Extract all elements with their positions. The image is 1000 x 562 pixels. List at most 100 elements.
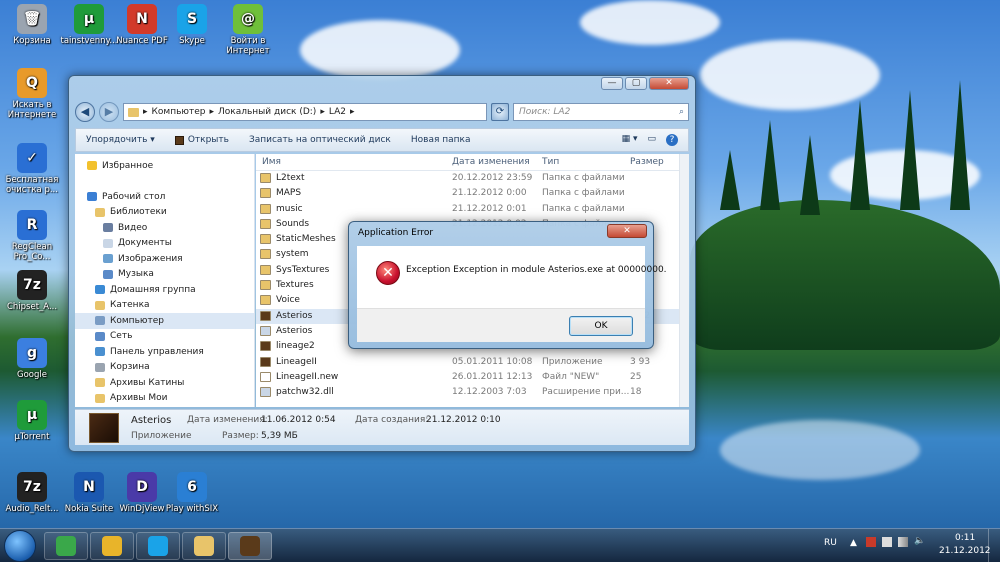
sidebar-item[interactable]: Изображения bbox=[75, 251, 254, 267]
sidebar-item[interactable]: Компьютер bbox=[75, 313, 254, 329]
desktop-icon-label: Войти в Интернет bbox=[226, 36, 270, 56]
file-row[interactable]: MAPS 21.12.2012 0:00 Папка с файлами bbox=[256, 186, 689, 201]
refresh-button[interactable]: ⟳ bbox=[491, 103, 509, 121]
taskbar-button[interactable] bbox=[182, 532, 226, 560]
address-segment-computer[interactable]: Компьютер bbox=[152, 107, 206, 117]
desktop-icon-label: Skype bbox=[179, 36, 205, 46]
sidebar-item[interactable]: Архивы Катины bbox=[75, 375, 254, 391]
sidebar-item-label: Домашняя группа bbox=[110, 284, 196, 295]
sidebar-item[interactable]: Домашняя группа bbox=[75, 282, 254, 298]
ok-button[interactable]: OK bbox=[569, 316, 633, 336]
desktop-icon[interactable]: 🗑 Корзина bbox=[0, 4, 64, 46]
help-icon[interactable]: ? bbox=[666, 134, 678, 146]
file-size: 25 bbox=[630, 371, 642, 382]
sidebar-item-label: Архивы Мои bbox=[110, 393, 168, 404]
desktop-icon[interactable]: R RegClean Pro_Co... bbox=[0, 210, 64, 262]
address-segment-drive[interactable]: Локальный диск (D:) bbox=[218, 107, 316, 117]
sidebar-item[interactable]: Катенка bbox=[75, 298, 254, 314]
volume-tray-icon[interactable]: 🔈 bbox=[914, 536, 925, 546]
sidebar-item[interactable]: Рабочий стол bbox=[75, 189, 254, 205]
desktop-icon[interactable]: 6 Play withSIX bbox=[160, 472, 224, 514]
desktop-icon[interactable]: 7z Chipset_A... bbox=[0, 270, 64, 312]
address-separator: ▸ bbox=[320, 107, 325, 117]
7zip-icon: 7z bbox=[17, 270, 47, 300]
sidebar-item[interactable]: Музыка bbox=[75, 267, 254, 283]
search-input[interactable]: Поиск: LA2 ⌕ bbox=[513, 103, 689, 121]
desktop-icon[interactable]: S Skype bbox=[160, 4, 224, 46]
flag-tray-icon[interactable] bbox=[882, 537, 892, 547]
start-button[interactable] bbox=[4, 530, 36, 562]
music-icon bbox=[103, 269, 113, 279]
back-button[interactable]: ◀ bbox=[75, 102, 95, 122]
minimize-button[interactable]: — bbox=[601, 77, 623, 90]
chrome-icon bbox=[102, 536, 122, 556]
folder-icon bbox=[95, 378, 105, 388]
maximize-button[interactable]: ▢ bbox=[625, 77, 647, 90]
desktop-icon[interactable]: Q Искать в Интернете bbox=[0, 68, 64, 120]
file-row[interactable]: L2text 20.12.2012 23:59 Папка с файлами bbox=[256, 171, 689, 186]
desktop-icon-label: Google bbox=[17, 370, 47, 380]
preview-pane-icon[interactable]: ▭ bbox=[647, 134, 656, 146]
taskbar-button[interactable] bbox=[44, 532, 88, 560]
sidebar-item[interactable]: Панель управления bbox=[75, 344, 254, 360]
sidebar-item[interactable]: Избранное bbox=[75, 158, 254, 174]
desktop-icon[interactable]: 7z Audio_Relt... bbox=[0, 472, 64, 514]
desktop-icon[interactable]: µ µTorrent bbox=[0, 400, 64, 442]
organize-button[interactable]: Упорядочить ▾ bbox=[86, 135, 155, 145]
open-button[interactable]: Открыть bbox=[174, 135, 229, 145]
favorites-icon bbox=[87, 161, 97, 171]
address-segment-la2[interactable]: LA2 bbox=[329, 107, 346, 117]
taskbar-button[interactable] bbox=[228, 532, 272, 560]
address-bar[interactable]: ▸ Компьютер ▸ Локальный диск (D:) ▸ LA2 … bbox=[123, 103, 487, 121]
file-row[interactable]: music 21.12.2012 0:01 Папка с файлами bbox=[256, 202, 689, 217]
file-row[interactable]: LineageII 05.01.2011 10:08 Приложение 3 93 bbox=[256, 355, 689, 370]
column-type[interactable]: Тип bbox=[542, 157, 559, 167]
taskbar: RU ▲ 🔈 0:11 21.12.2012 bbox=[0, 528, 1000, 562]
column-date[interactable]: Дата изменения bbox=[452, 157, 530, 167]
dialog-close-button[interactable]: ✕ bbox=[607, 224, 647, 238]
sidebar-item[interactable]: Документы bbox=[75, 236, 254, 252]
sidebar-item[interactable]: Сеть bbox=[75, 329, 254, 345]
file-name: lineage2 bbox=[276, 341, 315, 352]
file-row[interactable]: patchw32.dll 12.12.2003 7:03 Расширение пр… bbox=[256, 385, 689, 400]
file-row[interactable]: LineageII.new 26.01.2011 12:13 Файл "NEW" 2… bbox=[256, 370, 689, 385]
config-file-icon bbox=[260, 325, 271, 336]
file-name: MAPS bbox=[276, 188, 302, 199]
dialog-body: ✕ Exception Exception in module Asterios… bbox=[357, 246, 667, 308]
signal-tray-icon[interactable] bbox=[898, 537, 908, 547]
sidebar-item-label: Панель управления bbox=[110, 346, 204, 357]
column-name[interactable]: Имя bbox=[262, 157, 281, 167]
clock-date[interactable]: 21.12.2012 bbox=[939, 546, 991, 556]
taskbar-button[interactable] bbox=[90, 532, 134, 560]
desktop-icon[interactable]: @ Войти в Интернет bbox=[216, 4, 280, 56]
show-hidden-icons-icon[interactable]: ▲ bbox=[850, 538, 857, 548]
taskbar-button[interactable] bbox=[136, 532, 180, 560]
sidebar-item-label: Катенка bbox=[110, 300, 150, 311]
language-indicator[interactable]: RU bbox=[824, 538, 837, 548]
column-size[interactable]: Размер bbox=[630, 157, 664, 167]
sidebar-item[interactable]: Архивы Мои bbox=[75, 391, 254, 407]
details-created-label: Дата создания: bbox=[355, 415, 429, 425]
network-tray-icon[interactable] bbox=[866, 537, 876, 547]
error-dialog[interactable]: Application Error ✕ ✕ Exception Exceptio… bbox=[348, 221, 667, 349]
sidebar-item[interactable]: Библиотеки bbox=[75, 205, 254, 221]
sidebar-item[interactable]: Корзина bbox=[75, 360, 254, 376]
view-options-icon[interactable]: ▦ ▾ bbox=[622, 134, 638, 146]
details-size-label: Размер: bbox=[222, 431, 259, 441]
forward-button[interactable]: ▶ bbox=[99, 102, 119, 122]
file-type: Расширение при... bbox=[542, 387, 630, 398]
scrollbar[interactable] bbox=[679, 154, 689, 407]
desktop-icon-label: Play withSIX bbox=[165, 504, 219, 514]
sidebar-item[interactable]: Видео bbox=[75, 220, 254, 236]
desktop-icon[interactable]: ✓ Бесплатная очистка р... bbox=[0, 143, 64, 195]
clock-time[interactable]: 0:11 bbox=[955, 533, 975, 543]
new-folder-button[interactable]: Новая папка bbox=[411, 135, 471, 145]
burn-button[interactable]: Записать на оптический диск bbox=[249, 135, 391, 145]
close-button[interactable]: ✕ bbox=[649, 77, 689, 90]
show-desktop-button[interactable] bbox=[988, 529, 1000, 562]
file-date: 05.01.2011 10:08 bbox=[452, 356, 533, 367]
desktop-icon[interactable]: g Google bbox=[0, 338, 64, 380]
file-name: Sounds bbox=[276, 218, 310, 229]
details-modified: 11.06.2012 0:54 bbox=[261, 415, 336, 425]
playwithsix-icon: 6 bbox=[177, 472, 207, 502]
